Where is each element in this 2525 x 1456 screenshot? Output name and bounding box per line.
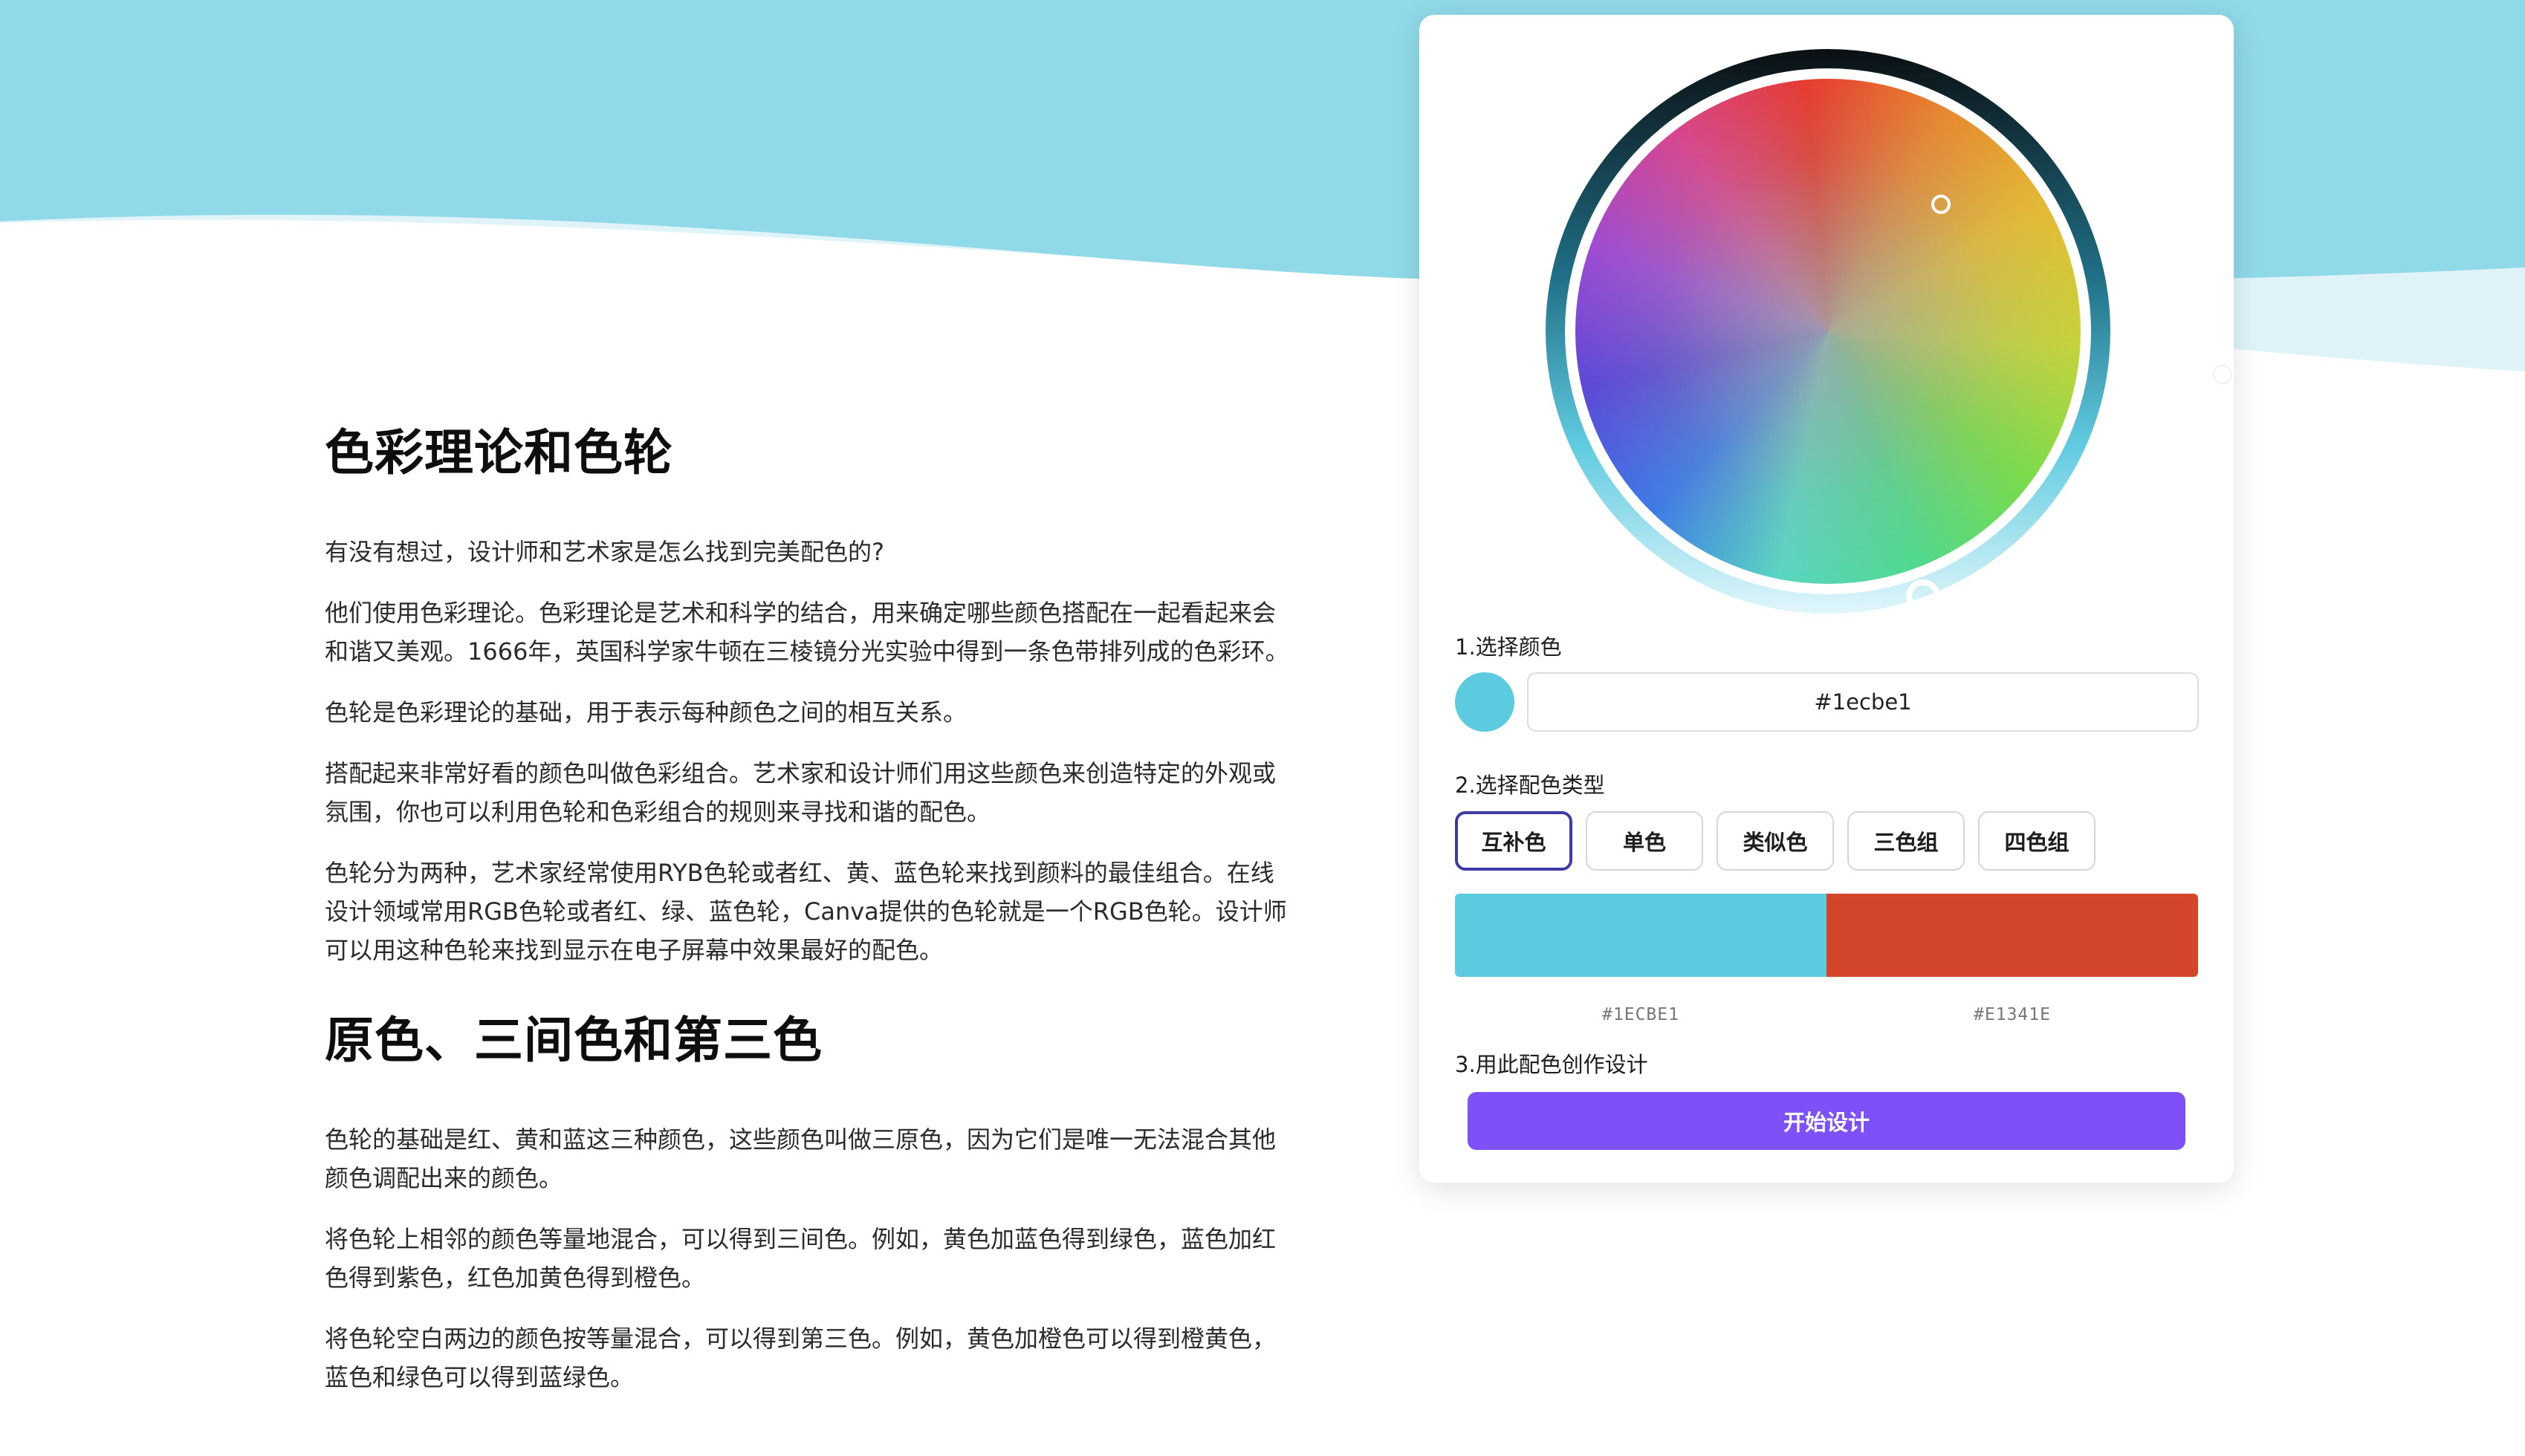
palette-hex-label: #1ECBE1 xyxy=(1602,1005,1679,1024)
palette-hex-labels: #1ECBE1 #E1341E xyxy=(1455,1005,2198,1024)
article-paragraph: 色轮分为两种，艺术家经常使用RYB色轮或者红、黄、蓝色轮来找到颜料的最佳组合。在… xyxy=(325,859,1287,965)
type-complementary-button[interactable]: 互补色 xyxy=(1455,811,1572,871)
palette-hex-label: #E1341E xyxy=(1974,1005,2051,1024)
start-design-button[interactable]: 开始设计 xyxy=(1468,1092,2185,1150)
article: 色彩理论和色轮 有没有想过，设计师和艺术家是怎么找到完美配色的? 他们使用色彩理… xyxy=(325,423,1291,1397)
palette-swatch[interactable] xyxy=(1827,894,2198,977)
selected-color-swatch[interactable] xyxy=(1455,672,1514,732)
complement-color-handle[interactable] xyxy=(1931,195,1951,214)
palette-preview xyxy=(1455,894,2198,977)
article-paragraph: 色轮是色彩理论的基础，用于表示每种颜色之间的相互关系。 xyxy=(325,698,967,727)
color-wheel-tool-card: 1.选择颜色 2.选择配色类型 互补色 单色 类似色 三色组 四色组 #1ECB… xyxy=(1419,15,2234,1183)
hex-color-input[interactable] xyxy=(1527,672,2199,732)
article-paragraph: 色轮的基础是红、黄和蓝这三种颜色，这些颜色叫做三原色，因为它们是唯一无法混合其他… xyxy=(325,1125,1277,1193)
article-paragraph: 将色轮空白两边的颜色按等量混合，可以得到第三色。例如，黄色加橙色可以得到橙黄色，… xyxy=(325,1325,1277,1392)
article-paragraph: 他们使用色彩理论。色彩理论是艺术和科学的结合，用来确定哪些颜色搭配在一起看起来会… xyxy=(325,599,1289,666)
type-tetradic-button[interactable]: 四色组 xyxy=(1978,811,2095,871)
step3-label: 3.用此配色创作设计 xyxy=(1455,1052,1648,1077)
type-triadic-button[interactable]: 三色组 xyxy=(1847,811,1965,871)
article-paragraph: 搭配起来非常好看的颜色叫做色彩组合。艺术家和设计师们用这些颜色来创造特定的外观或… xyxy=(325,759,1277,827)
article-paragraph: 有没有想过，设计师和艺术家是怎么找到完美配色的? xyxy=(325,538,884,567)
article-paragraph: 将色轮上相邻的颜色等量地混合，可以得到三间色。例如，黄色加蓝色得到绿色，蓝色加红… xyxy=(325,1225,1277,1293)
color-wheel[interactable] xyxy=(1546,49,2231,614)
primary-color-handle[interactable] xyxy=(1906,579,1940,614)
step1-label: 1.选择颜色 xyxy=(1455,634,1562,660)
heading-primary-colors: 原色、三间色和第三色 xyxy=(325,1012,823,1070)
step2-label: 2.选择配色类型 xyxy=(1455,773,1605,798)
type-monochromatic-button[interactable]: 单色 xyxy=(1586,811,1703,871)
hue-disc[interactable] xyxy=(1575,79,2081,584)
wheel-desaturated-center xyxy=(1575,79,2081,584)
palette-swatch[interactable] xyxy=(1455,894,1827,977)
brightness-handle[interactable] xyxy=(2214,366,2231,383)
type-analogous-button[interactable]: 类似色 xyxy=(1717,811,1834,871)
heading-color-theory: 色彩理论和色轮 xyxy=(325,424,673,481)
